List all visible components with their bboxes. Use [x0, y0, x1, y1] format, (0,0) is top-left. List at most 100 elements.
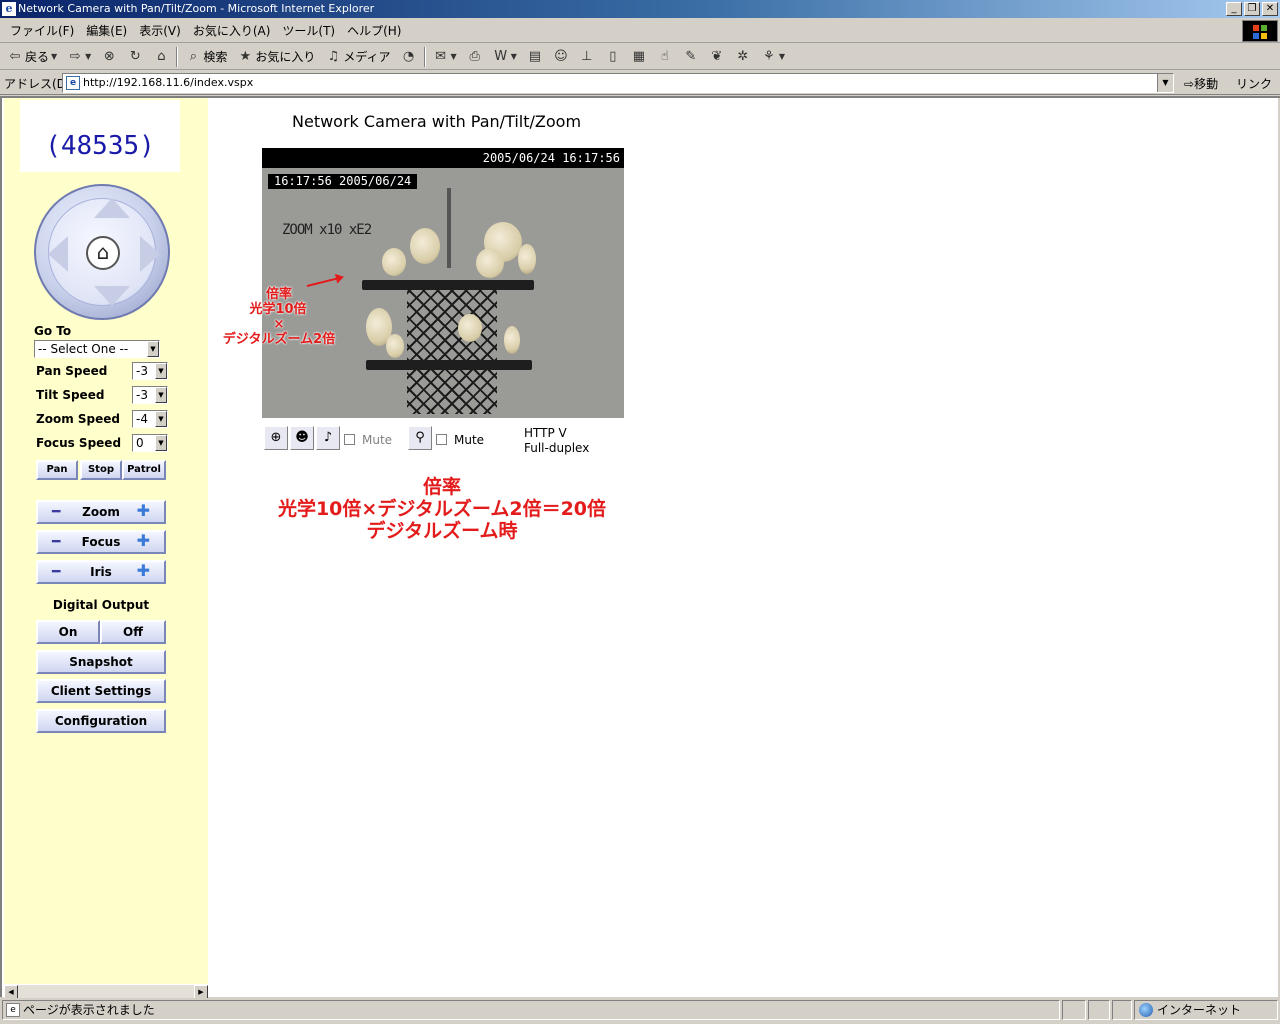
- menu-tools[interactable]: ツール(T): [276, 22, 341, 39]
- discuss-button[interactable]: ▤: [524, 46, 546, 68]
- speaker-mute-checkbox[interactable]: [344, 434, 355, 445]
- minimize-button[interactable]: _: [1226, 2, 1242, 16]
- mic-mute-label: Mute: [454, 433, 485, 447]
- menu-view[interactable]: 表示(V): [133, 22, 187, 39]
- toolbar-separator: [423, 46, 426, 67]
- mail-button[interactable]: ✉ ▼: [430, 46, 460, 68]
- chevron-down-icon: ▼: [85, 52, 92, 61]
- media-button[interactable]: ♫ メディア: [322, 46, 393, 68]
- menu-help[interactable]: ヘルプ(H): [341, 22, 407, 39]
- tower-platform-upper: [362, 280, 534, 290]
- antenna-dish: [386, 334, 404, 358]
- pan-speed-select[interactable]: -3 ▼: [132, 362, 168, 380]
- zoom-control: ━ Zoom ✚: [36, 500, 166, 524]
- chevron-down-icon: ▼: [510, 52, 517, 61]
- microphone-button[interactable]: ⚲: [408, 426, 432, 450]
- iris-close-button[interactable]: ━: [52, 562, 60, 582]
- tool-button-1[interactable]: ⊥: [576, 46, 598, 68]
- edit-icon: W: [494, 48, 508, 64]
- go-button[interactable]: ⇨移動: [1184, 75, 1218, 92]
- menu-bar: ファイル(F) 編集(E) 表示(V) お気に入り(A) ツール(T) ヘルプ(…: [0, 19, 1280, 43]
- chevron-down-icon: ▼: [155, 363, 167, 379]
- left-frame-scrollbar[interactable]: ◀ ▶: [4, 984, 208, 999]
- antenna-dish: [504, 326, 520, 354]
- search-label: 検索: [203, 50, 228, 64]
- ptz-control-pad[interactable]: ⌂: [34, 184, 170, 320]
- tool-button-5[interactable]: ✎: [680, 46, 702, 68]
- snapshot-button[interactable]: Snapshot: [36, 650, 166, 674]
- address-input[interactable]: e http://192.168.11.6/index.vspx ▼: [62, 73, 1174, 93]
- home-position-button[interactable]: ⌂: [86, 236, 120, 270]
- osd-time: 16:17:56 2005/06/24: [268, 174, 418, 189]
- menu-edit[interactable]: 編集(E): [80, 22, 133, 39]
- tool-button-2[interactable]: ▯: [602, 46, 624, 68]
- tilt-down-button[interactable]: [94, 286, 130, 306]
- speaker-button[interactable]: ♪: [316, 426, 340, 450]
- refresh-button[interactable]: ↻: [124, 46, 146, 68]
- menu-file[interactable]: ファイル(F): [4, 22, 80, 39]
- tool-button-8[interactable]: ⚘ ▼: [758, 46, 788, 68]
- menu-favorites[interactable]: お気に入り(A): [187, 22, 277, 39]
- focus-speed-select[interactable]: 0 ▼: [132, 434, 168, 452]
- tool-button-7[interactable]: ✲: [732, 46, 754, 68]
- protocol-type: HTTP V: [524, 426, 567, 440]
- focus-far-button[interactable]: ✚: [137, 531, 150, 551]
- digital-zoom-button[interactable]: ⊕: [264, 426, 288, 450]
- print-button[interactable]: ⎙: [464, 46, 486, 68]
- status-message-area: e ページが表示されました: [2, 1000, 1060, 1020]
- talk-button[interactable]: ☻: [290, 426, 314, 450]
- annotation-line-2: 光学10倍×デジタルズーム2倍＝20倍: [277, 498, 607, 520]
- mic-mute-checkbox[interactable]: [436, 434, 447, 445]
- history-icon: ◔: [402, 48, 415, 64]
- zoom-in-button[interactable]: ✚: [137, 501, 150, 521]
- digital-output-on-button[interactable]: On: [36, 620, 100, 644]
- pan-right-button[interactable]: [140, 236, 160, 272]
- address-bar: アドレス(D) e http://192.168.11.6/index.vspx…: [0, 71, 1280, 106]
- history-button[interactable]: ◔: [398, 46, 420, 68]
- restore-button[interactable]: ❐: [1244, 2, 1260, 16]
- status-cell: [1088, 1000, 1110, 1020]
- iris-open-button[interactable]: ✚: [137, 561, 150, 581]
- favorites-icon: ★: [239, 48, 252, 64]
- address-url: http://192.168.11.6/index.vspx: [83, 76, 254, 89]
- messenger-button[interactable]: ☺: [550, 46, 572, 68]
- gear-icon: ✲: [737, 48, 749, 64]
- mail-icon: ✉: [435, 48, 446, 64]
- configuration-button[interactable]: Configuration: [36, 709, 166, 733]
- favorites-button[interactable]: ★ お気に入り: [234, 46, 318, 68]
- edit-button[interactable]: W ▼: [490, 46, 520, 68]
- tower-lattice: [407, 284, 497, 414]
- stop-button[interactable]: ⊗: [98, 46, 120, 68]
- antenna-dish: [518, 244, 536, 274]
- forward-button[interactable]: ⇨ ▼: [64, 46, 94, 68]
- digital-output-off-button[interactable]: Off: [100, 620, 166, 644]
- annotation-digital: デジタルズーム2倍: [222, 332, 336, 347]
- calculator-icon: ▦: [632, 48, 645, 64]
- zoom-speed-select[interactable]: -4 ▼: [132, 410, 168, 428]
- annotation-line-1: 倍率: [422, 476, 461, 498]
- focus-near-button[interactable]: ━: [52, 532, 60, 552]
- client-settings-button[interactable]: Client Settings: [36, 679, 166, 703]
- pan-button[interactable]: Pan: [36, 460, 78, 480]
- scroll-left-button[interactable]: ◀: [4, 985, 18, 999]
- tilt-up-button[interactable]: [94, 198, 130, 218]
- patrol-button[interactable]: Patrol: [122, 460, 166, 480]
- close-button[interactable]: ✕: [1262, 2, 1278, 16]
- microphone-icon: ⚲: [415, 430, 425, 445]
- tool-button-6[interactable]: ❦: [706, 46, 728, 68]
- back-button[interactable]: ⇦ 戻る ▼: [4, 46, 60, 68]
- home-button[interactable]: ⌂: [150, 46, 172, 68]
- tilt-speed-select[interactable]: -3 ▼: [132, 386, 168, 404]
- chevron-down-icon: ▼: [51, 52, 58, 61]
- goto-select[interactable]: -- Select One -- ▼: [34, 340, 160, 358]
- zoom-out-button[interactable]: ━: [52, 502, 60, 522]
- stop-button[interactable]: Stop: [80, 460, 122, 480]
- pan-left-button[interactable]: [48, 236, 68, 272]
- balloon-icon: ❦: [711, 48, 723, 64]
- tool-button-4[interactable]: ☝: [654, 46, 676, 68]
- tool-button-3[interactable]: ▦: [628, 46, 650, 68]
- scroll-right-button[interactable]: ▶: [194, 985, 208, 999]
- address-dropdown-button[interactable]: ▼: [1157, 74, 1173, 92]
- search-button[interactable]: ⌕ 検索: [182, 46, 230, 68]
- chevron-down-icon: ▼: [155, 411, 167, 427]
